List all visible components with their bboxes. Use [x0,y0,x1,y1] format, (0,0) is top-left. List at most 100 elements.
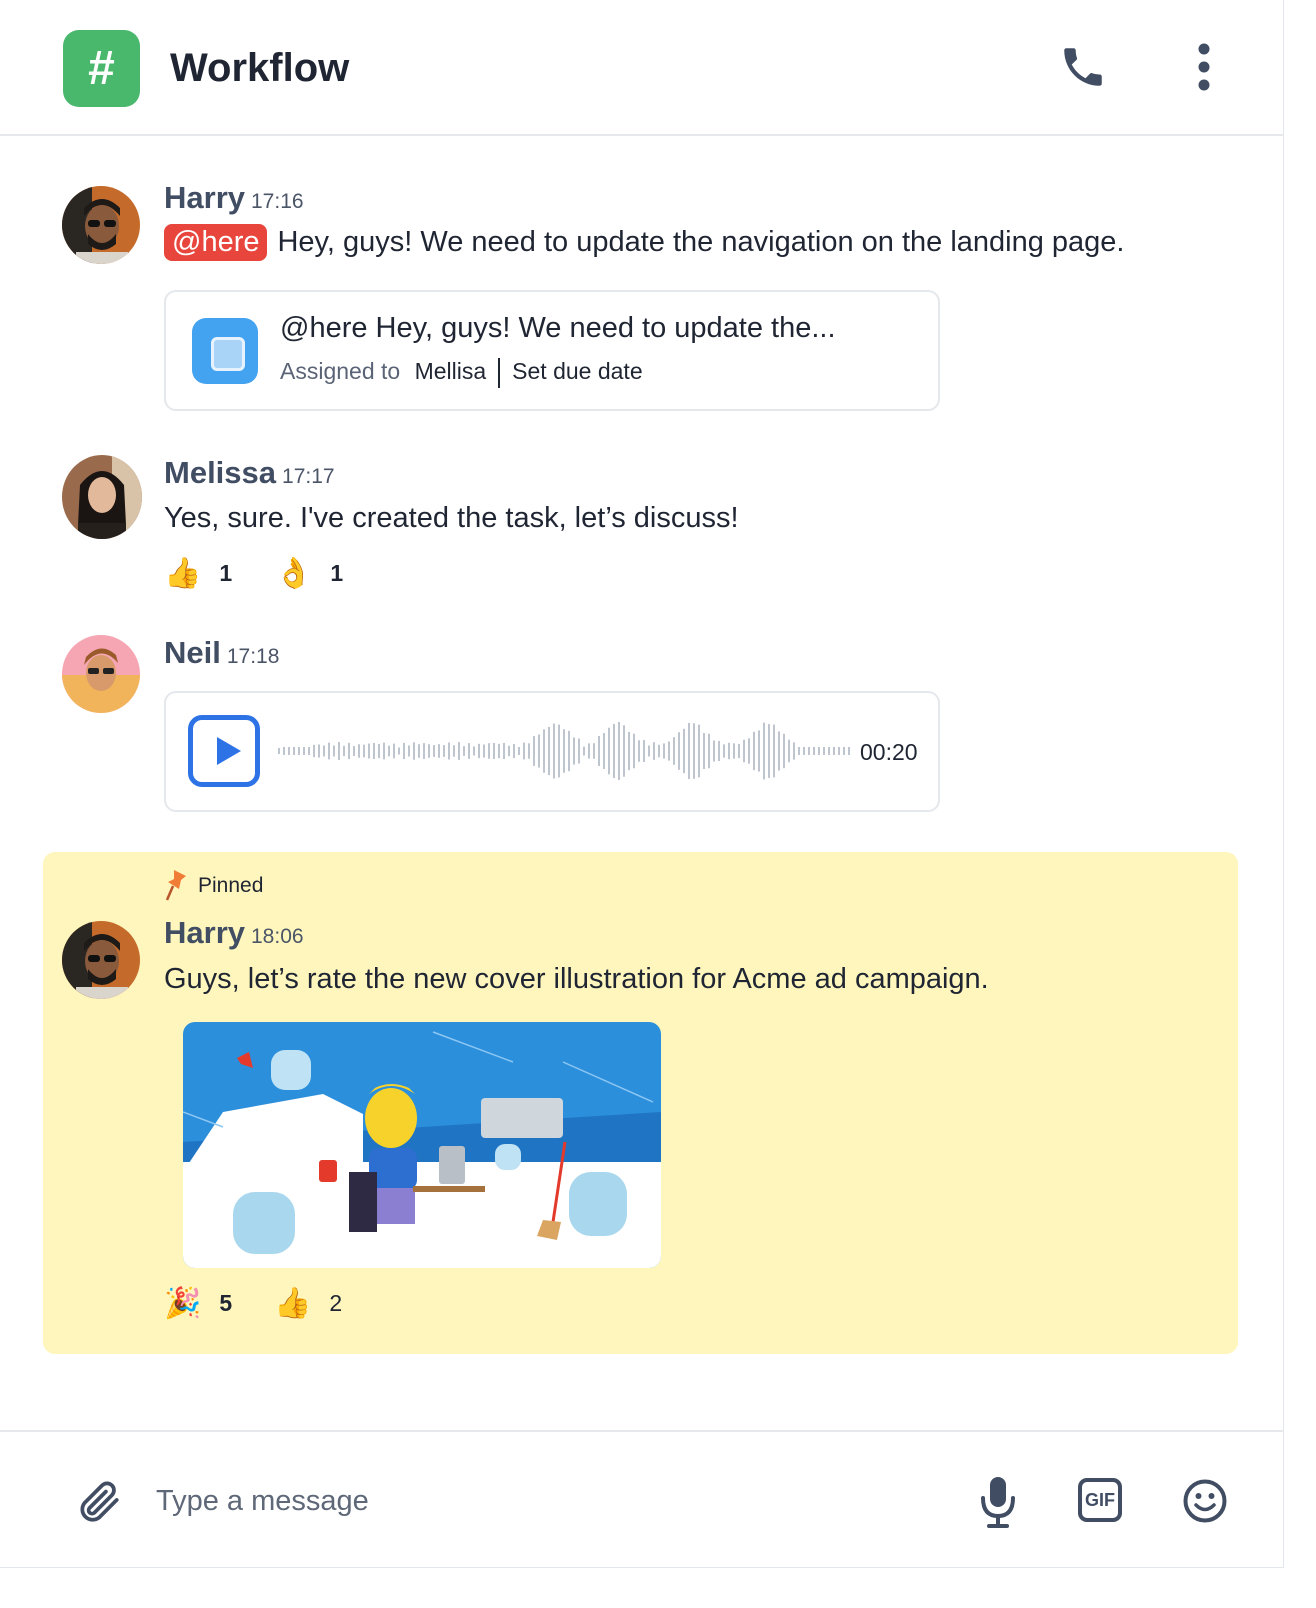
avatar-melissa[interactable] [62,455,142,539]
waveform-bar [368,743,370,759]
waveform-bar [288,747,290,755]
reaction-count: 2 [329,1290,343,1316]
waveform-bar [628,731,630,771]
waveform-bar [488,743,490,759]
waveform-bar [403,742,405,760]
waveform-bar [328,742,330,760]
party-popper-icon: 🎉 [164,1287,202,1320]
message-author: Melissa 17:17 [164,455,335,491]
waveform-bar [713,740,715,762]
waveform-bar [668,741,670,761]
waveform-bar [618,721,620,781]
waveform-bar [818,747,820,755]
waveform-bar [838,747,840,755]
paperclip-icon[interactable] [74,1476,124,1526]
waveform-bar [538,734,540,768]
waveform-bar [693,723,695,779]
waveform-bar [458,742,460,760]
waveform-bar [353,746,355,756]
ok-hand-icon: 👌 [275,557,313,590]
waveform-bar [533,736,535,766]
waveform-bar [658,744,660,758]
assignee-name[interactable]: Mellisa [415,358,487,384]
waveform-bar [808,747,810,755]
waveform-bar [663,743,665,759]
channel-hash-icon: # [63,30,140,107]
reaction-thumbs-up[interactable]: 👍 2 [274,1286,342,1321]
author-name: Harry [164,180,245,215]
reaction-party-popper[interactable]: 🎉 5 [164,1286,232,1321]
waveform-bar [843,747,845,755]
author-name: Neil [164,635,221,670]
smiley-icon[interactable] [1182,1478,1228,1524]
set-due-date-link[interactable]: Set due date [512,358,642,384]
phone-icon[interactable] [1058,42,1108,92]
waveform-bar [478,743,480,759]
waveform-bar [388,745,390,757]
waveform-bar [473,746,475,756]
waveform-bar [743,739,745,763]
assigned-label: Assigned to [280,358,401,385]
waveform-bar [588,743,590,759]
waveform-bar [593,743,595,759]
message-text: @here Hey, guys! We need to update the na… [164,224,1124,261]
waveform-bar [448,742,450,760]
waveform-bar [748,738,750,764]
waveform-bar [508,745,510,757]
waveform-bar [463,746,465,756]
meta-divider [498,358,501,388]
waveform-bar [543,729,545,773]
waveform-bar [783,733,785,769]
play-icon[interactable] [188,715,260,787]
message-author: Harry 17:16 [164,180,304,216]
waveform-bar [453,745,455,757]
avatar-harry[interactable] [62,921,140,999]
gif-button[interactable]: GIF [1078,1478,1122,1522]
waveform-bar [503,742,505,760]
message-time: 18:06 [251,925,304,948]
waveform-bar [518,746,520,756]
avatar-harry[interactable] [62,186,140,264]
waveform-bar [613,723,615,779]
waveform-bar [833,747,835,755]
waveform-bar [348,742,350,760]
waveform-bar [398,747,400,755]
voice-message-card: 00:20 [164,691,940,812]
waveform-bar [528,743,530,759]
waveform-bar [483,744,485,758]
waveform-bar [278,748,280,754]
task-icon [192,318,258,384]
task-card[interactable]: @here Hey, guys! We need to update the..… [164,290,940,411]
waveform-bar [548,726,550,776]
waveform-bar [698,724,700,778]
waveform-bar [373,742,375,760]
message-author: Neil 17:18 [164,635,279,671]
waveform-bar [323,745,325,757]
reaction-ok-hand[interactable]: 👌 1 [275,556,343,591]
waveform-bar [333,745,335,757]
channel-header: # Workflow [0,0,1284,136]
audio-waveform[interactable] [274,715,850,787]
waveform-bar [718,740,720,762]
waveform-bar [733,743,735,759]
waveform-bar [763,722,765,780]
microphone-icon[interactable] [978,1474,1018,1530]
waveform-bar [493,743,495,759]
waveform-bar [393,743,395,759]
reaction-thumbs-up[interactable]: 👍 1 [164,556,232,591]
avatar-neil[interactable] [62,635,140,713]
more-vertical-icon[interactable] [1186,42,1222,92]
cover-illustration-image[interactable] [183,1022,661,1268]
mention-badge[interactable]: @here [164,224,268,261]
message-input[interactable] [156,1478,936,1524]
waveform-bar [703,732,705,770]
pin-icon [164,868,190,902]
waveform-bar [688,722,690,780]
waveform-bar [578,738,580,764]
waveform-bar [753,731,755,771]
message-time: 17:16 [251,190,304,213]
waveform-bar [583,746,585,756]
author-name: Harry [164,915,245,950]
message-body: Guys, let’s rate the new cover illustrat… [164,963,989,995]
waveform-bar [758,730,760,772]
